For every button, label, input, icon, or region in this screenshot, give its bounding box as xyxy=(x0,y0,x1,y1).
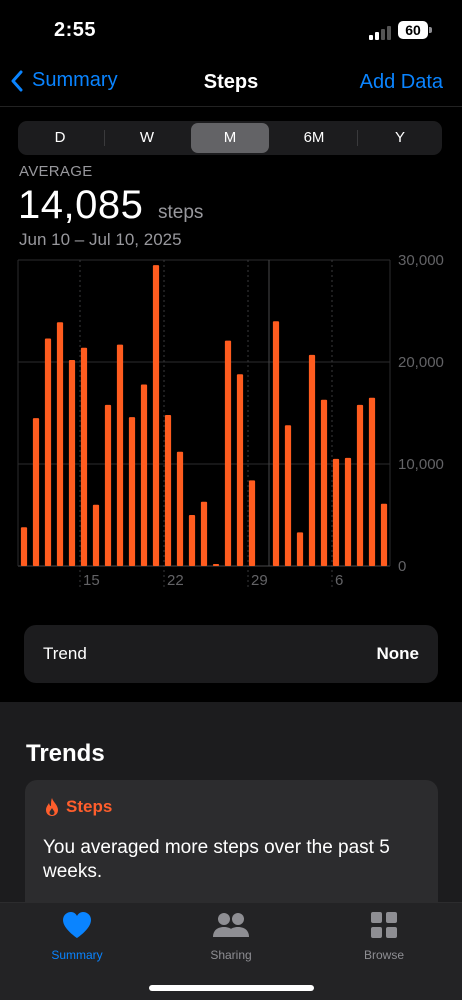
x-tick-label: 6 xyxy=(335,572,343,589)
segment-year[interactable]: Y xyxy=(358,123,442,153)
nav-bar: Summary Steps Add Data xyxy=(0,60,462,104)
bar xyxy=(272,321,280,566)
status-time: 2:55 xyxy=(54,19,97,41)
x-tick-label: 15 xyxy=(83,572,100,589)
bar xyxy=(92,504,100,566)
date-range: Jun 10 – Jul 10, 2025 xyxy=(19,230,182,249)
main-screen: 2:55 60 Summary Steps Add Data D W M 6M … xyxy=(0,0,462,702)
bar xyxy=(284,425,292,566)
battery-cap xyxy=(429,27,432,33)
y-tick-label: 20,000 xyxy=(398,354,444,371)
heart-icon xyxy=(63,912,91,938)
people-icon xyxy=(213,913,249,937)
segment-week[interactable]: W xyxy=(105,123,189,153)
tab-label: Summary xyxy=(51,948,103,962)
bar xyxy=(212,563,220,566)
bar xyxy=(44,338,52,566)
bar xyxy=(164,415,172,566)
bar xyxy=(80,347,88,566)
trend-value: None xyxy=(376,644,420,663)
bar xyxy=(152,265,160,566)
bar xyxy=(320,399,328,566)
tab-sharing[interactable]: Sharing xyxy=(181,911,281,962)
x-tick-label: 29 xyxy=(251,572,268,589)
bar xyxy=(104,404,112,566)
bar xyxy=(68,359,76,566)
y-tick-label: 10,000 xyxy=(398,456,444,473)
tab-label: Browse xyxy=(363,948,404,962)
bar xyxy=(32,418,40,566)
bar xyxy=(56,322,64,566)
bar xyxy=(200,501,208,566)
trend-card-text: You averaged more steps over the past 5 … xyxy=(43,837,390,882)
average-label: AVERAGE xyxy=(19,163,93,180)
bar xyxy=(356,404,364,566)
bar xyxy=(344,457,352,566)
bar xyxy=(236,374,244,566)
bar xyxy=(308,354,316,566)
segment-day[interactable]: D xyxy=(18,123,102,153)
trend-card-title: Steps xyxy=(66,797,113,816)
trends-heading: Trends xyxy=(26,740,105,767)
add-data-button[interactable]: Add Data xyxy=(360,71,443,94)
average-value: 14,085 xyxy=(18,183,144,227)
tab-browse[interactable]: Browse xyxy=(334,911,434,962)
time-range-segmented-control: D W M 6M Y xyxy=(18,121,442,155)
bar xyxy=(224,340,232,566)
steps-bar-chart[interactable]: 30,000 20,000 10,000 0 15 22 29 6 xyxy=(0,250,462,595)
tab-summary[interactable]: Summary xyxy=(27,911,127,962)
tab-label: Sharing xyxy=(210,948,252,962)
y-tick-label: 30,000 xyxy=(398,252,444,269)
home-indicator xyxy=(149,985,314,991)
trend-card[interactable]: Steps You averaged more steps over the p… xyxy=(25,780,438,920)
bar xyxy=(116,344,124,566)
status-bar: 2:55 60 xyxy=(0,0,462,60)
x-tick-label: 22 xyxy=(167,572,184,589)
battery-icon: 60 xyxy=(398,21,428,39)
trend-row[interactable]: Trend None xyxy=(24,625,438,683)
segment-6-months[interactable]: 6M xyxy=(271,123,357,153)
segment-month[interactable]: M xyxy=(191,123,269,153)
bar xyxy=(332,458,340,566)
bar xyxy=(140,384,148,566)
grid-icon xyxy=(371,912,397,938)
trend-label: Trend xyxy=(43,644,87,663)
bar xyxy=(128,417,136,566)
bar xyxy=(188,515,196,566)
bar xyxy=(296,532,304,566)
bar xyxy=(20,527,28,566)
header-divider xyxy=(0,106,462,107)
bar xyxy=(248,480,256,566)
signal-icon xyxy=(369,26,395,40)
trend-card-header: Steps xyxy=(44,797,112,817)
average-unit: steps xyxy=(158,202,204,223)
flame-icon xyxy=(46,798,58,816)
bar xyxy=(380,503,388,566)
bar xyxy=(176,451,184,566)
bar xyxy=(368,397,376,566)
y-tick-label: 0 xyxy=(398,558,406,575)
